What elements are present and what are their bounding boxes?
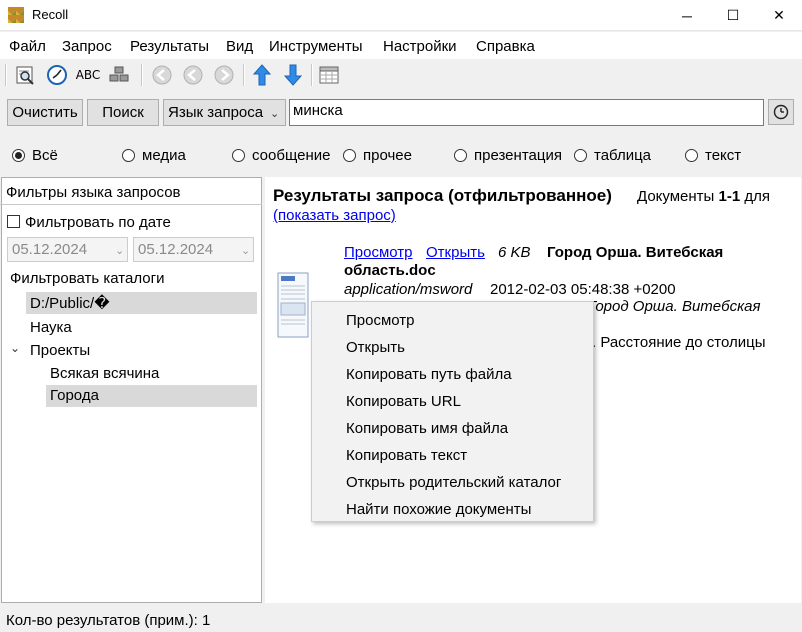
toolbar-separator bbox=[311, 64, 313, 86]
chevron-down-icon: ⌄ bbox=[241, 245, 251, 257]
minimize-button[interactable]: ─ bbox=[664, 0, 710, 31]
next-page-icon[interactable] bbox=[211, 62, 237, 88]
history-clock-icon[interactable] bbox=[44, 62, 70, 88]
docs-range: 1-1 bbox=[718, 188, 741, 205]
radio-message[interactable]: сообщение bbox=[232, 147, 330, 164]
tree-item-misc[interactable]: Всякая всячина bbox=[46, 363, 159, 385]
radio-all[interactable]: Всё bbox=[12, 147, 58, 164]
ctx-copy-text[interactable]: Копировать текст bbox=[346, 447, 467, 464]
result-size: 6 KB bbox=[498, 244, 531, 261]
query-language-select[interactable]: Язык запроса bbox=[163, 99, 286, 126]
ctx-copy-path[interactable]: Копировать путь файла bbox=[346, 366, 512, 383]
radio-dot bbox=[574, 149, 587, 162]
radio-dot bbox=[454, 149, 467, 162]
menu-help[interactable]: Справка bbox=[476, 38, 535, 55]
sort-ascending-icon[interactable] bbox=[249, 62, 275, 88]
result-path-fragment: Город Орша. Витебская bbox=[588, 298, 761, 315]
radio-media[interactable]: медиа bbox=[122, 147, 186, 164]
search-input[interactable]: минска bbox=[289, 99, 764, 126]
radio-label: текст bbox=[705, 147, 742, 164]
window-title: Recoll bbox=[32, 7, 69, 22]
tree-item-root[interactable]: D:/Public/� bbox=[26, 292, 257, 314]
context-menu: Просмотр Открыть Копировать путь файла К… bbox=[311, 301, 594, 522]
tree-item-science[interactable]: Наука bbox=[26, 317, 72, 339]
ctx-open[interactable]: Открыть bbox=[346, 339, 405, 356]
result-title-line1: Город Орша. Витебская bbox=[547, 244, 724, 261]
maximize-button[interactable]: ☐ bbox=[710, 0, 756, 31]
radio-label: презентация bbox=[474, 147, 562, 164]
history-button[interactable] bbox=[768, 99, 794, 125]
chevron-down-icon: ⌄ bbox=[115, 245, 125, 257]
radio-dot bbox=[122, 149, 135, 162]
ctx-find-similar[interactable]: Найти похожие документы bbox=[346, 501, 531, 518]
filter-panel-title: Фильтры языка запросов bbox=[6, 184, 181, 201]
radio-spreadsheet[interactable]: таблица bbox=[574, 147, 651, 164]
status-text: Кол-во результатов (прим.): 1 bbox=[6, 612, 211, 629]
close-button[interactable]: ✕ bbox=[756, 0, 802, 31]
filter-by-date-checkbox[interactable] bbox=[7, 215, 20, 228]
menu-bar: Файл Запрос Результаты Вид Инструменты Н… bbox=[0, 32, 802, 59]
toolbar-grip bbox=[5, 64, 7, 86]
result-title-line2: область.doc bbox=[344, 262, 436, 279]
title-bar: Recoll ─ ☐ ✕ bbox=[0, 0, 802, 31]
date-from-field[interactable]: 05.12.2024 bbox=[7, 237, 128, 262]
tree-item-cities[interactable]: Города bbox=[46, 385, 257, 407]
radio-dot bbox=[12, 149, 25, 162]
radio-label: сообщение bbox=[252, 147, 331, 164]
menu-settings[interactable]: Настройки bbox=[383, 38, 457, 55]
prev-page-icon[interactable] bbox=[180, 62, 206, 88]
radio-presentation[interactable]: презентация bbox=[454, 147, 562, 164]
sort-descending-icon[interactable] bbox=[280, 62, 306, 88]
radio-dot bbox=[343, 149, 356, 162]
menu-query[interactable]: Запрос bbox=[62, 38, 112, 55]
spell-abc-icon[interactable]: ABC bbox=[75, 62, 101, 88]
search-button[interactable]: Поиск bbox=[87, 99, 159, 126]
radio-label: Всё bbox=[32, 147, 58, 164]
radio-other[interactable]: прочее bbox=[343, 147, 412, 164]
catalog-filter-title: Фильтровать каталоги bbox=[10, 270, 165, 287]
ctx-copy-filename[interactable]: Копировать имя файла bbox=[346, 420, 508, 437]
tree-item-projects[interactable]: Проекты bbox=[26, 340, 90, 362]
docs-count: Документы 1-1 для bbox=[637, 188, 770, 205]
filter-by-date-label: Фильтровать по дате bbox=[25, 214, 171, 231]
index-blocks-icon[interactable] bbox=[106, 62, 132, 88]
radio-label: прочее bbox=[363, 147, 412, 164]
table-view-icon[interactable] bbox=[316, 62, 342, 88]
toolbar: ABC bbox=[0, 59, 802, 92]
chevron-down-icon: ⌄ bbox=[270, 108, 280, 120]
show-query-link[interactable]: (показать запрос) bbox=[273, 207, 396, 224]
clock-icon bbox=[773, 104, 789, 120]
radio-dot bbox=[685, 149, 698, 162]
chevron-down-icon[interactable]: ⌄ bbox=[10, 341, 20, 355]
toolbar-separator bbox=[141, 64, 143, 86]
result-snippet-fragment: . Расстояние до столицы bbox=[592, 334, 766, 351]
menu-tools[interactable]: Инструменты bbox=[269, 38, 363, 55]
menu-view[interactable]: Вид bbox=[226, 38, 253, 55]
radio-text[interactable]: текст bbox=[685, 147, 741, 164]
doc-file-icon bbox=[277, 272, 309, 338]
first-page-icon[interactable] bbox=[149, 62, 175, 88]
ctx-copy-url[interactable]: Копировать URL bbox=[346, 393, 461, 410]
recoll-app-icon bbox=[8, 7, 24, 23]
date-to-field[interactable]: 05.12.2024 bbox=[133, 237, 254, 262]
result-date: 2012-02-03 05:48:38 +0200 bbox=[490, 281, 676, 298]
radio-label: таблица bbox=[594, 147, 652, 164]
menu-file[interactable]: Файл bbox=[9, 38, 46, 55]
toolbar-separator bbox=[243, 64, 245, 86]
divider bbox=[0, 204, 262, 205]
docs-prefix: Документы bbox=[637, 188, 719, 205]
search-spy-icon[interactable] bbox=[12, 62, 38, 88]
docs-suffix: для bbox=[740, 188, 770, 205]
ctx-preview[interactable]: Просмотр bbox=[346, 312, 415, 329]
radio-dot bbox=[232, 149, 245, 162]
ctx-open-parent[interactable]: Открыть родительский каталог bbox=[346, 474, 561, 491]
result-preview-link[interactable]: Просмотр bbox=[344, 244, 413, 261]
radio-label: медиа bbox=[142, 147, 186, 164]
clear-button[interactable]: Очистить bbox=[7, 99, 83, 126]
results-title: Результаты запроса (отфильтрованное) bbox=[273, 186, 612, 205]
result-open-link[interactable]: Открыть bbox=[426, 244, 485, 261]
menu-results[interactable]: Результаты bbox=[130, 38, 209, 55]
result-mime: application/msword bbox=[344, 281, 473, 298]
